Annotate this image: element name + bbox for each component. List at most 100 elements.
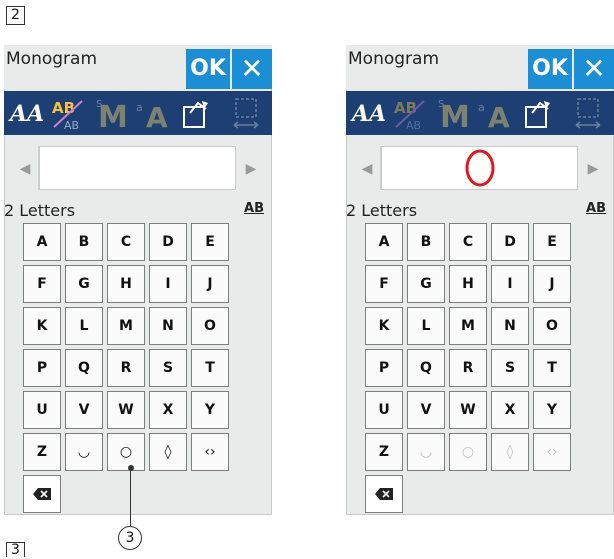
key-b[interactable]: B (65, 223, 103, 261)
key-r[interactable]: R (449, 349, 487, 387)
key-p[interactable]: P (23, 349, 61, 387)
title-bar: Monogram OK ✕ (346, 45, 614, 89)
key-d[interactable]: D (491, 223, 529, 261)
delete-button[interactable] (365, 475, 403, 513)
key-n[interactable]: N (149, 307, 187, 345)
key-q[interactable]: Q (407, 349, 445, 387)
key-c[interactable]: C (107, 223, 145, 261)
key-i[interactable]: I (149, 265, 187, 303)
monogram-screen-right: Monogram OK ✕ AA ABAB MS Aa ◀ O ▶ (346, 45, 614, 515)
svg-text:A: A (146, 101, 168, 133)
svg-text:M: M (440, 100, 470, 133)
key-o[interactable]: O (191, 307, 229, 345)
key-t[interactable]: T (191, 349, 229, 387)
key-frame-brackets: ‹› (533, 433, 571, 471)
key-f[interactable]: F (365, 265, 403, 303)
backspace-icon (33, 488, 51, 500)
close-button[interactable]: ✕ (232, 49, 272, 89)
key-a[interactable]: A (365, 223, 403, 261)
key-y[interactable]: Y (191, 391, 229, 429)
svg-text:M: M (98, 100, 128, 133)
key-u[interactable]: U (365, 391, 403, 429)
key-f[interactable]: F (23, 265, 61, 303)
step-number-2: 2 (6, 6, 25, 25)
key-a[interactable]: A (23, 223, 61, 261)
memory-save-icon[interactable] (176, 93, 216, 133)
callout-dot (128, 465, 134, 471)
svg-text:S: S (96, 99, 102, 110)
key-l[interactable]: L (407, 307, 445, 345)
ab-layout-icon[interactable]: AB (244, 201, 264, 216)
svg-text:AA: AA (350, 101, 386, 127)
cursor-right-button[interactable]: ▶ (580, 146, 606, 190)
circle-frame-preview (465, 149, 495, 187)
key-g[interactable]: G (407, 265, 445, 303)
text-input-row: ◀ O ▶ (354, 146, 606, 190)
key-h[interactable]: H (449, 265, 487, 303)
key-t[interactable]: T (533, 349, 571, 387)
key-m[interactable]: M (449, 307, 487, 345)
key-c[interactable]: C (449, 223, 487, 261)
letters-count-label: 2 Letters (346, 201, 418, 220)
key-e[interactable]: E (191, 223, 229, 261)
key-k[interactable]: K (365, 307, 403, 345)
monogram-text-display: O (381, 146, 578, 190)
ok-button[interactable]: OK (528, 49, 572, 89)
svg-text:AB: AB (64, 119, 79, 132)
key-p[interactable]: P (365, 349, 403, 387)
font-select-icon[interactable]: AA (6, 93, 46, 133)
key-s[interactable]: S (149, 349, 187, 387)
key-e[interactable]: E (533, 223, 571, 261)
key-h[interactable]: H (107, 265, 145, 303)
key-g[interactable]: G (65, 265, 103, 303)
key-frame-brackets[interactable]: ‹› (191, 433, 229, 471)
key-k[interactable]: K (23, 307, 61, 345)
svg-text:AB: AB (52, 99, 75, 117)
key-b[interactable]: B (407, 223, 445, 261)
key-frame-circle: ○ (449, 433, 487, 471)
key-s[interactable]: S (491, 349, 529, 387)
key-j[interactable]: J (533, 265, 571, 303)
text-arc-icon: AB AB (390, 93, 430, 133)
key-x[interactable]: X (491, 391, 529, 429)
key-x[interactable]: X (149, 391, 187, 429)
key-w[interactable]: W (107, 391, 145, 429)
text-arc-icon[interactable]: AB AB (48, 93, 88, 133)
key-w[interactable]: W (449, 391, 487, 429)
cursor-left-button[interactable]: ◀ (354, 146, 381, 190)
key-frame-circle[interactable]: ○ (107, 433, 145, 471)
monogram-text-display (39, 146, 236, 190)
size-a-icon: Aa (474, 93, 514, 133)
delete-button[interactable] (23, 475, 61, 513)
key-z[interactable]: Z (23, 433, 61, 471)
key-o[interactable]: O (533, 307, 571, 345)
key-v[interactable]: V (65, 391, 103, 429)
key-frame-arc: ◡ (407, 433, 445, 471)
key-l[interactable]: L (65, 307, 103, 345)
size-a-icon: Aa (132, 93, 172, 133)
key-y[interactable]: Y (533, 391, 571, 429)
font-select-icon[interactable]: AA (348, 93, 388, 133)
key-u[interactable]: U (23, 391, 61, 429)
callout-number-3: 3 (118, 526, 142, 550)
cursor-left-button[interactable]: ◀ (12, 146, 39, 190)
memory-save-icon[interactable] (518, 93, 558, 133)
key-n[interactable]: N (491, 307, 529, 345)
key-r[interactable]: R (107, 349, 145, 387)
size-m-icon: MS (432, 93, 472, 133)
key-i[interactable]: I (491, 265, 529, 303)
key-d[interactable]: D (149, 223, 187, 261)
key-v[interactable]: V (407, 391, 445, 429)
text-input-row: ◀ ▶ (12, 146, 264, 190)
svg-text:AA: AA (8, 101, 44, 127)
key-m[interactable]: M (107, 307, 145, 345)
key-frame-arc[interactable]: ◡ (65, 433, 103, 471)
cursor-right-button[interactable]: ▶ (238, 146, 264, 190)
key-q[interactable]: Q (65, 349, 103, 387)
close-button[interactable]: ✕ (574, 49, 614, 89)
key-j[interactable]: J (191, 265, 229, 303)
ok-button[interactable]: OK (186, 49, 230, 89)
ab-layout-icon[interactable]: AB (586, 201, 606, 216)
key-frame-diamond[interactable]: ◊ (149, 433, 187, 471)
key-z[interactable]: Z (365, 433, 403, 471)
